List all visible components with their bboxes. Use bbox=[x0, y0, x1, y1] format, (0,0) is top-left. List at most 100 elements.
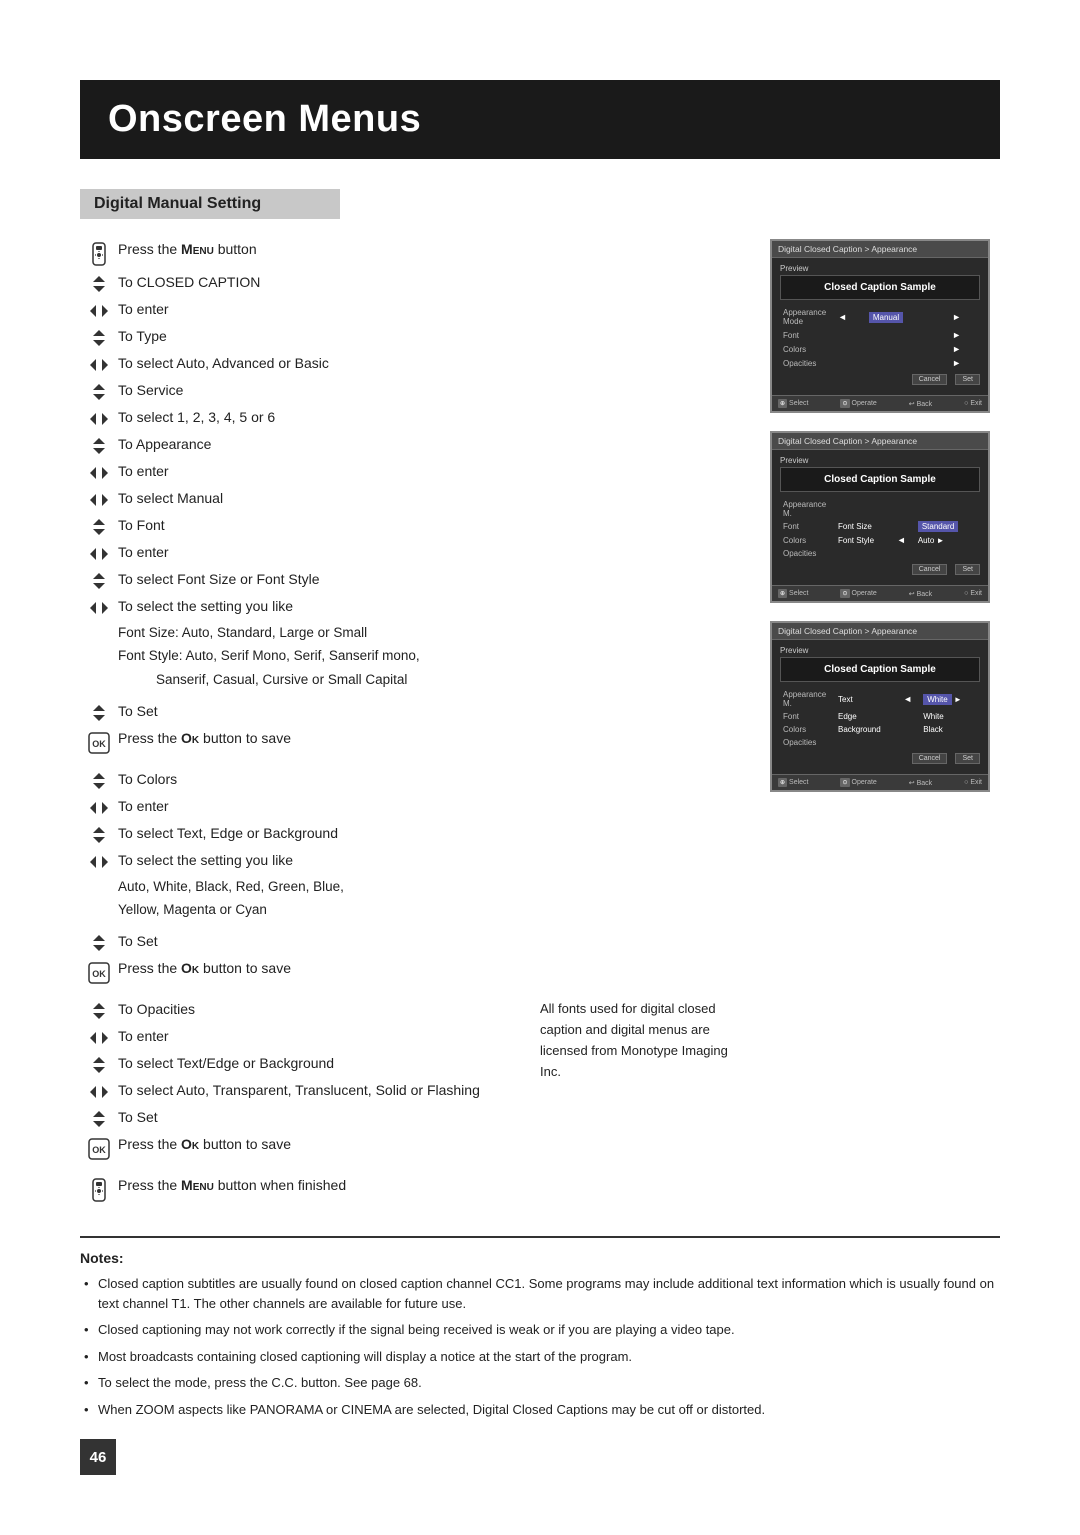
font-style-note: Font Style: Auto, Serif Mono, Serif, San… bbox=[80, 646, 740, 666]
instruction-text: To CLOSED CAPTION bbox=[118, 272, 740, 293]
ok-button-icon: OK bbox=[80, 728, 118, 756]
section-title: Digital Manual Setting bbox=[80, 189, 340, 219]
table-row: Font Edge White bbox=[780, 710, 980, 723]
row-label: Colors bbox=[780, 342, 835, 356]
list-item: To select Auto, Transparent, Translucent… bbox=[80, 1080, 520, 1102]
table-row: Appearance M. Text ◄ White ► bbox=[780, 688, 980, 710]
table-row: Appearance Mode ◄ Manual ► bbox=[780, 306, 980, 328]
remote-icon bbox=[80, 1175, 118, 1203]
font-style-note-cont: Sanserif, Casual, Cursive or Small Capit… bbox=[80, 670, 740, 690]
footer-exit: ○ Exit bbox=[964, 589, 982, 598]
list-item: To select Text/Edge or Background bbox=[80, 1053, 520, 1075]
set-button[interactable]: Set bbox=[955, 753, 980, 764]
row-label: Appearance M. bbox=[780, 688, 835, 710]
list-item: To Set bbox=[80, 931, 740, 953]
list-item: Most broadcasts containing closed captio… bbox=[80, 1347, 1000, 1367]
list-item: To Colors bbox=[80, 769, 740, 791]
instruction-text: To enter bbox=[118, 299, 740, 320]
table-row: Opacities bbox=[780, 547, 980, 560]
footer-select: ⊕ Select bbox=[778, 399, 809, 408]
footer-back: ↩ Back bbox=[909, 589, 932, 598]
screen-mockup-2: Digital Closed Caption > Appearance Prev… bbox=[770, 431, 990, 603]
preview-label: Preview bbox=[780, 456, 980, 465]
instruction-text: To Set bbox=[118, 701, 740, 722]
instruction-text: To select Auto, Advanced or Basic bbox=[118, 353, 740, 374]
instruction-text: To select Text, Edge or Background bbox=[118, 823, 740, 844]
screen-footer: ⊕ Select ⊙ Operate ↩ Back ○ Exit bbox=[772, 774, 988, 790]
up-down-arrow-icon bbox=[80, 326, 118, 348]
instruction-text: Press the Ok button to save bbox=[118, 958, 740, 979]
set-button[interactable]: Set bbox=[955, 374, 980, 385]
table-row: Font ► bbox=[780, 328, 980, 342]
screen-button-row: Cancel Set bbox=[780, 564, 980, 575]
screen-mockup-1: Digital Closed Caption > Appearance Prev… bbox=[770, 239, 990, 413]
table-row: Opacities ► bbox=[780, 356, 980, 370]
list-item: When ZOOM aspects like PANORAMA or CINEM… bbox=[80, 1400, 1000, 1420]
footer-select: ⊕ Select bbox=[778, 778, 809, 787]
left-right-arrow-icon bbox=[80, 407, 118, 429]
cancel-button[interactable]: Cancel bbox=[912, 564, 948, 575]
instruction-text: To select the setting you like bbox=[118, 596, 740, 617]
screen-button-row: Cancel Set bbox=[780, 753, 980, 764]
list-item: To CLOSED CAPTION bbox=[80, 272, 740, 294]
list-item: Closed captioning may not work correctly… bbox=[80, 1320, 1000, 1340]
up-down-arrow-icon bbox=[80, 1053, 118, 1075]
up-down-arrow-icon bbox=[80, 701, 118, 723]
preview-label: Preview bbox=[780, 264, 980, 273]
table-row: Opacities bbox=[780, 736, 980, 749]
left-right-arrow-icon bbox=[80, 542, 118, 564]
left-right-arrow-icon bbox=[80, 1080, 118, 1102]
list-item: To Type bbox=[80, 326, 740, 348]
instruction-text: To select Auto, Transparent, Translucent… bbox=[118, 1080, 520, 1101]
table-row: Colors Background Black bbox=[780, 723, 980, 736]
list-item: To enter bbox=[80, 1026, 520, 1048]
list-item: To enter bbox=[80, 796, 740, 818]
remote-icon bbox=[80, 239, 118, 267]
row-label: Appearance Mode bbox=[780, 306, 835, 328]
up-down-arrow-icon bbox=[80, 272, 118, 294]
instruction-text: To select Manual bbox=[118, 488, 740, 509]
svg-text:OK: OK bbox=[92, 1145, 106, 1155]
notes-section: Notes: Closed caption subtitles are usua… bbox=[80, 1236, 1000, 1419]
preview-text: Closed Caption Sample bbox=[780, 275, 980, 300]
instruction-text: Press the Ok button to save bbox=[118, 728, 740, 749]
list-item: To Appearance bbox=[80, 434, 740, 456]
left-right-arrow-icon bbox=[80, 353, 118, 375]
instruction-text: To enter bbox=[118, 461, 740, 482]
instruction-text: Press the Menu button when finished bbox=[118, 1175, 520, 1196]
footer-exit: ○ Exit bbox=[964, 399, 982, 408]
instruction-text: To Appearance bbox=[118, 434, 740, 455]
svg-text:OK: OK bbox=[92, 969, 106, 979]
preview-label: Preview bbox=[780, 646, 980, 655]
row-label: Opacities bbox=[780, 547, 835, 560]
row-label: Font bbox=[780, 328, 835, 342]
left-right-arrow-icon bbox=[80, 850, 118, 872]
ok-button-icon: OK bbox=[80, 1134, 118, 1162]
set-button[interactable]: Set bbox=[955, 564, 980, 575]
preview-text: Closed Caption Sample bbox=[780, 657, 980, 682]
list-item: Closed caption subtitles are usually fou… bbox=[80, 1274, 1000, 1313]
footer-operate: ⊙ Operate bbox=[840, 399, 876, 408]
up-down-arrow-icon bbox=[80, 931, 118, 953]
list-item: To enter bbox=[80, 542, 740, 564]
screen-body: Preview Closed Caption Sample Appearance… bbox=[772, 640, 988, 774]
instruction-text: To select the setting you like bbox=[118, 850, 740, 871]
footer-select: ⊕ Select bbox=[778, 589, 809, 598]
main-content: Press the Menu button To CLOSED CAPTION bbox=[80, 239, 1000, 1208]
list-item: OK Press the Ok button to save bbox=[80, 958, 740, 986]
screen-footer: ⊕ Select ⊙ Operate ↩ Back ○ Exit bbox=[772, 395, 988, 411]
list-item: To select the setting you like bbox=[80, 596, 740, 618]
cancel-button[interactable]: Cancel bbox=[912, 753, 948, 764]
list-item: To select Manual bbox=[80, 488, 740, 510]
cancel-button[interactable]: Cancel bbox=[912, 374, 948, 385]
list-item: OK Press the Ok button to save bbox=[80, 728, 740, 756]
list-item: To select Auto, Advanced or Basic bbox=[80, 353, 740, 375]
instruction-text: To Font bbox=[118, 515, 740, 536]
instruction-text: Press the Menu button bbox=[118, 239, 740, 260]
screen-table: Appearance Mode ◄ Manual ► Font ► bbox=[780, 306, 980, 370]
up-down-arrow-icon bbox=[80, 1107, 118, 1129]
list-item: OK Press the Ok button to save bbox=[80, 1134, 520, 1162]
screen-button-row: Cancel Set bbox=[780, 374, 980, 385]
preview-text: Closed Caption Sample bbox=[780, 467, 980, 492]
list-item: To Set bbox=[80, 701, 740, 723]
